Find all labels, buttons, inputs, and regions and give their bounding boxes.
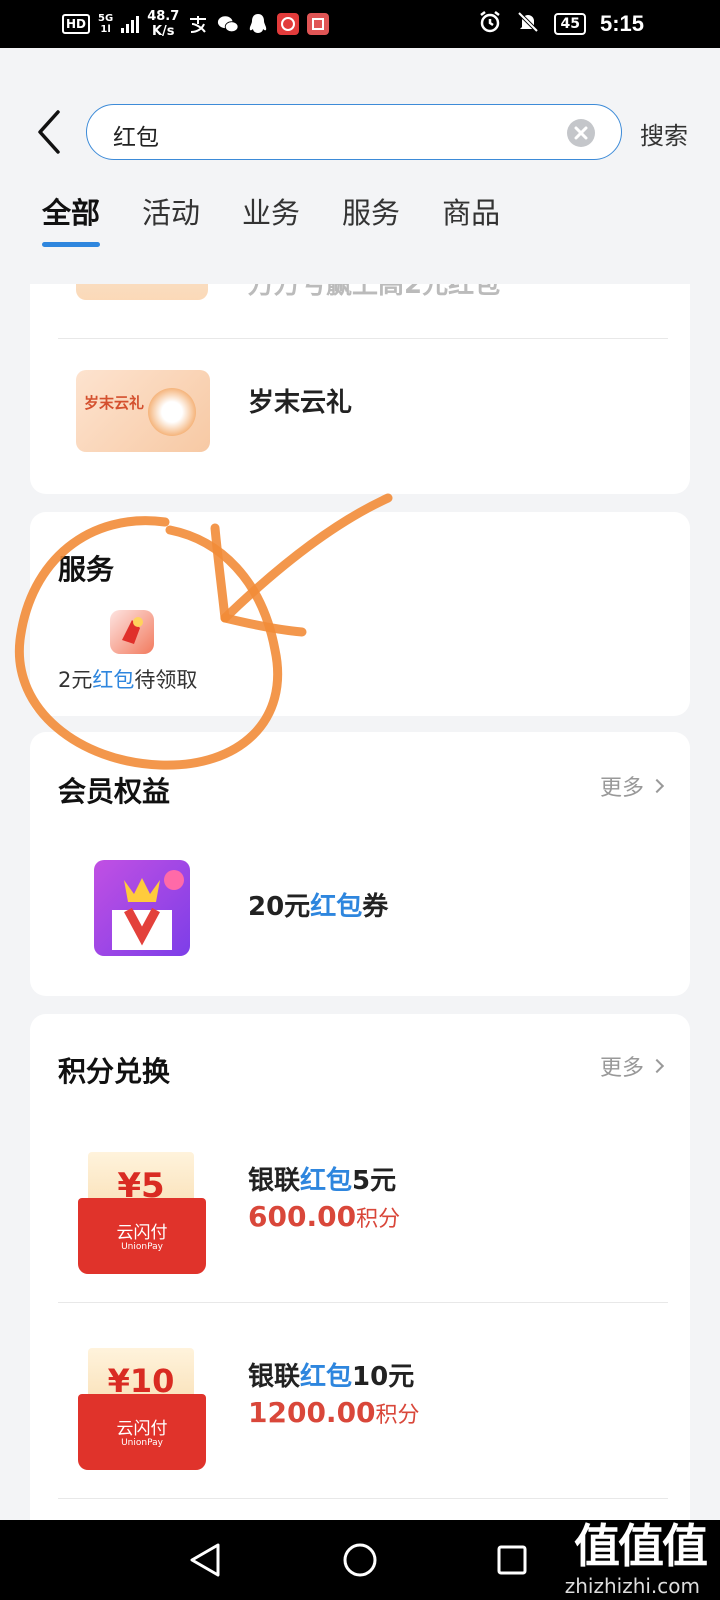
coupon-title-suffix: 5元 [352,1166,397,1196]
membership-card: 会员权益 更多 20元红包券 [30,732,690,996]
category-tabs: 全部 活动 业务 服务 商品 [42,190,500,250]
coupon-title[interactable]: 银联红包5元 [248,1160,396,1197]
coupon-title-prefix: 银联 [248,1362,301,1392]
points-value: 1200.00 [248,1396,376,1429]
status-right: 45 5:15 [478,8,644,40]
status-bar: HD 5G 1l 48.7 K/s 45 5:15 [0,0,720,48]
coupon-title-highlight: 红包 [300,1362,353,1392]
red-envelope: 云闪付 UnionPay [78,1394,206,1470]
net-speed-unit: K/s [151,24,175,39]
hd-badge: HD [62,14,91,34]
points-more-link[interactable]: 更多 [599,1050,665,1082]
tab-all[interactable]: 全部 [42,190,101,250]
app-icon [307,13,330,35]
net-speed: 48.7 K/s [147,9,179,39]
alarm-icon [478,10,502,38]
points-unit: 积分 [375,1403,420,1428]
red-packet-service-icon[interactable] [110,610,154,654]
coupon-thumbnail[interactable]: ¥10 云闪付 UnionPay [78,1348,206,1470]
back-button[interactable] [34,108,64,156]
system-nav-bar: 值值值 zhizhizhi.com [0,1519,720,1600]
nav-home-button[interactable] [342,1542,378,1582]
network-activity: 1l [100,24,111,35]
activity-title[interactable]: 岁末云礼 [248,382,352,419]
more-label: 更多 [599,776,644,801]
coupon-title[interactable]: 银联红包10元 [248,1356,414,1393]
more-label: 更多 [599,1056,644,1081]
partial-activity-title: 万万亏赢上高2元红包 [248,284,501,300]
activity-card: 万万亏赢上高2元红包 岁末云礼 岁末云礼 [30,284,690,494]
app-icon [277,13,300,35]
alipay-icon [187,13,209,35]
network-indicator: 5G 1l [98,13,113,35]
battery-icon: 45 [554,13,586,35]
net-speed-value: 48.7 [147,9,180,24]
services-section-title: 服务 [58,553,115,586]
services-card: 服务 2元红包待领取 [30,512,690,716]
clock: 5:15 [599,11,644,36]
membership-title-highlight: 红包 [310,892,363,922]
search-query: 红包 [113,125,159,151]
coupon-price: 1200.00积分 [248,1396,420,1429]
search-button[interactable]: 搜索 [640,116,688,151]
nav-recents-button[interactable] [496,1544,528,1580]
mute-icon [516,10,540,38]
membership-title-prefix: 20元 [248,892,311,922]
service-item-label[interactable]: 2元红包待领取 [58,664,197,694]
recents-square-icon [497,1545,527,1575]
back-arrow-icon [38,110,60,154]
points-unit: 积分 [356,1207,401,1232]
tab-activities[interactable]: 活动 [142,190,200,250]
points-card: 积分兑换 更多 ¥5 云闪付 UnionPay 银联红包5元 600.00积分 … [30,1014,690,1520]
close-icon [574,126,588,140]
red-packet-icon [122,617,143,644]
coupon-title-prefix: 银联 [248,1166,301,1196]
clear-search-button[interactable] [567,119,595,147]
red-envelope: 云闪付 UnionPay [78,1198,206,1274]
coupon-brand: 云闪付 [116,1223,168,1243]
gift-box-image [148,388,196,436]
coupon-brand: 云闪付 [116,1419,168,1439]
coupon-title-suffix: 10元 [352,1362,415,1392]
network-type: 5G [98,13,114,24]
coupon-brand-en: UnionPay [121,1438,163,1448]
status-left: HD 5G 1l 48.7 K/s [62,8,330,40]
points-value: 600.00 [248,1200,357,1233]
watermark-url: zhizhizhi.com [564,1574,700,1598]
service-label-prefix: 2元 [58,668,93,692]
watermark-logo: 值值值 [574,1519,708,1573]
coupon-brand-en: UnionPay [121,1242,163,1252]
tab-services[interactable]: 服务 [342,190,400,250]
membership-thumbnail[interactable] [94,860,190,956]
membership-section-title: 会员权益 [58,775,171,808]
nav-back-button[interactable] [188,1542,222,1582]
coupon-title-highlight: 红包 [300,1166,353,1196]
divider [58,1302,668,1303]
chevron-right-icon [649,1058,665,1074]
qq-icon [247,13,269,35]
service-label-suffix: 待领取 [134,668,198,692]
membership-more-link[interactable]: 更多 [599,770,665,802]
chevron-right-icon [649,778,665,794]
signal-icon [121,15,140,33]
membership-title-suffix: 券 [362,892,389,922]
thumbnail-text: 岁末云礼 [84,394,145,412]
service-label-highlight: 红包 [92,668,135,692]
search-input[interactable]: 红包 [86,104,622,160]
home-circle-icon [343,1543,377,1577]
divider [58,1498,668,1499]
coupon-price: 600.00积分 [248,1200,400,1233]
activity-thumbnail[interactable]: 岁末云礼 [76,370,210,452]
tab-business[interactable]: 业务 [242,190,300,250]
divider [58,338,668,339]
wechat-icon [217,13,239,35]
membership-item-title[interactable]: 20元红包券 [248,886,388,923]
tab-products[interactable]: 商品 [442,190,500,250]
vip-gift-icon [112,870,184,950]
coupon-thumbnail[interactable]: ¥5 云闪付 UnionPay [78,1152,206,1274]
activity-thumbnail-partial [76,284,208,300]
points-section-title: 积分兑换 [58,1055,171,1088]
back-triangle-icon [190,1543,220,1577]
